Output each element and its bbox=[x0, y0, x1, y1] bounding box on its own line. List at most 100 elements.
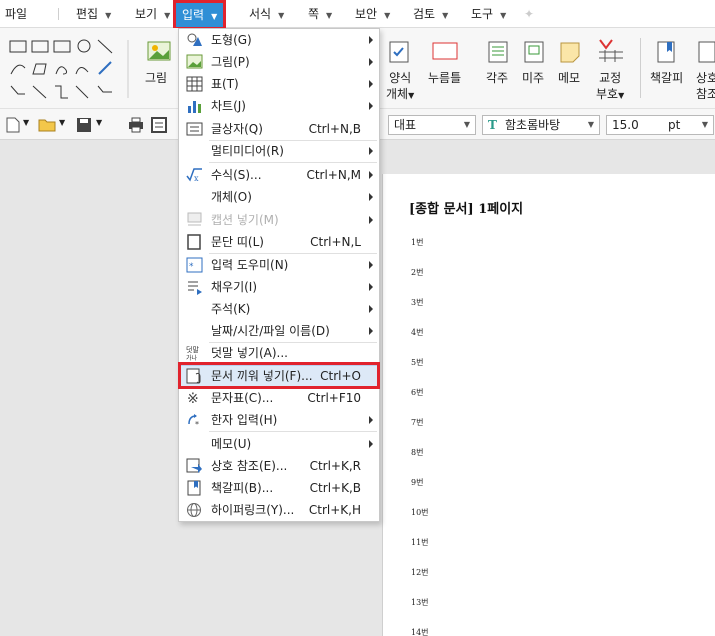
chevron-down-icon[interactable]: ▼ bbox=[96, 118, 102, 127]
bookmark-icon bbox=[186, 480, 203, 496]
document-line: 1번 bbox=[411, 238, 424, 247]
menu-item-label: 입력 도우미(N) bbox=[211, 258, 289, 272]
document-line: 11번 bbox=[411, 538, 429, 547]
memo-button[interactable]: 메모 bbox=[558, 70, 580, 86]
picture-button[interactable]: 그림 bbox=[145, 70, 167, 86]
new-document-icon[interactable] bbox=[6, 117, 20, 133]
proofreading-button[interactable]: 교정 부호▼ bbox=[596, 70, 624, 104]
menu-separator bbox=[209, 431, 377, 432]
menu-item-6[interactable]: x 수식(S)... Ctrl+N,M bbox=[179, 164, 379, 186]
chevron-down-icon[interactable]: ▼ bbox=[59, 118, 65, 127]
chevron-right-icon bbox=[369, 261, 373, 269]
menu-item-label: 도형(G) bbox=[211, 33, 252, 47]
menu-edit-label: 편집 bbox=[76, 7, 99, 21]
document-line: 5번 bbox=[411, 358, 424, 367]
menu-view[interactable]: 보기 ▼ bbox=[135, 0, 170, 28]
preview-icon[interactable] bbox=[151, 117, 167, 133]
hyperlink-icon bbox=[186, 502, 203, 518]
footnote-icon bbox=[487, 40, 509, 64]
menu-item-13[interactable]: 날짜/시간/파일 이름(D) bbox=[179, 320, 379, 342]
menu-item-5[interactable]: 멀티미디어(R) bbox=[179, 140, 379, 162]
menu-item-label: 하이퍼링크(Y)... bbox=[211, 503, 295, 517]
form-object-button[interactable]: 양식 개체▼ bbox=[386, 70, 414, 104]
menu-item-10[interactable]: * 입력 도우미(N) bbox=[179, 254, 379, 276]
menu-item-shortcut: Ctrl+K,B bbox=[309, 481, 361, 495]
menu-security[interactable]: 보안 ▼ bbox=[355, 0, 390, 28]
menu-item-11[interactable]: 채우기(I) bbox=[179, 276, 379, 298]
cross-reference-label: 상호 bbox=[696, 71, 715, 85]
insert-menu-dropdown: 도형(G) 그림(P) 표(T) 차트(J) 글상자(Q) Ctrl+N,B 멀티미디어(R… bbox=[178, 28, 380, 522]
print-icon[interactable] bbox=[128, 117, 144, 133]
shapes-icon bbox=[186, 32, 203, 48]
chevron-down-icon: ▼ bbox=[278, 11, 285, 20]
chevron-right-icon bbox=[369, 305, 373, 313]
menu-page[interactable]: 쪽 ▼ bbox=[308, 0, 332, 28]
menu-tools[interactable]: 도구 ▼ bbox=[471, 0, 506, 28]
menu-item-18[interactable]: 메모(U) bbox=[179, 433, 379, 455]
style-select[interactable]: 대표 ▼ bbox=[388, 115, 476, 135]
font-size-value: 15.0 bbox=[612, 118, 639, 132]
menu-separator bbox=[209, 162, 377, 163]
footnote-button[interactable]: 각주 bbox=[486, 70, 508, 86]
menu-item-label: 캡션 넣기(M) bbox=[211, 213, 279, 227]
chevron-right-icon bbox=[369, 36, 373, 44]
menu-item-3[interactable]: 차트(J) bbox=[179, 95, 379, 117]
document-page[interactable]: [종합 문서] 1페이지 1번 2번 3번 4번 5번 6번 7번 8번 9번 10번 11번 12번… bbox=[382, 174, 715, 636]
document-line: 9번 bbox=[411, 478, 424, 487]
cross-reference-button[interactable]: 상호 참조 bbox=[696, 70, 715, 102]
menu-item-16[interactable]: ※ 문자표(C)... Ctrl+F10 bbox=[179, 387, 379, 409]
menu-item-8[interactable]: 캡션 넣기(M) bbox=[179, 209, 379, 231]
chevron-down-icon: ▼ bbox=[618, 91, 625, 100]
menu-item-1[interactable]: 그림(P) bbox=[179, 51, 379, 73]
font-select[interactable]: T 함초롬바탕 ▼ bbox=[482, 115, 600, 135]
menu-item-4[interactable]: 글상자(Q) Ctrl+N,B bbox=[179, 118, 379, 140]
svg-text:덧말: 덧말 bbox=[186, 345, 199, 354]
endnote-button[interactable]: 미주 bbox=[522, 70, 544, 86]
menu-format[interactable]: 서식 ▼ bbox=[249, 0, 284, 28]
svg-text:x: x bbox=[194, 174, 199, 183]
menu-edit[interactable]: 편집 ▼ bbox=[76, 0, 111, 28]
chevron-down-icon: ▼ bbox=[384, 11, 391, 20]
menu-item-19[interactable]: 상호 참조(E)... Ctrl+K,R bbox=[179, 455, 379, 477]
hanja-icon: * bbox=[186, 412, 203, 429]
menu-divider bbox=[58, 8, 59, 20]
shape-palette bbox=[8, 38, 134, 102]
menu-file[interactable]: 파일 bbox=[5, 0, 27, 28]
menu-review[interactable]: 검토 ▼ bbox=[413, 0, 448, 28]
bookmark-button[interactable]: 책갈피 bbox=[650, 70, 683, 86]
menu-item-14[interactable]: 덧말 가나 덧말 넣기(A)... bbox=[179, 342, 379, 364]
menu-item-label: 멀티미디어(R) bbox=[211, 144, 284, 158]
chevron-right-icon bbox=[369, 102, 373, 110]
menu-item-12[interactable]: 주석(K) bbox=[179, 298, 379, 320]
chevron-down-icon[interactable]: ▼ bbox=[23, 118, 29, 127]
chevron-down-icon: ▼ bbox=[442, 11, 449, 20]
chevron-right-icon bbox=[369, 440, 373, 448]
menu-item-21[interactable]: 하이퍼링크(Y)... Ctrl+K,H bbox=[179, 499, 379, 521]
menu-item-label: 글상자(Q) bbox=[211, 122, 263, 136]
menu-item-17[interactable]: * 한자 입력(H) bbox=[179, 409, 379, 431]
save-icon[interactable] bbox=[76, 117, 92, 133]
fill-icon bbox=[186, 279, 203, 295]
font-size-select[interactable]: 15.0 pt ▼ bbox=[606, 115, 714, 135]
puzzle-icon[interactable]: ✦ bbox=[524, 0, 534, 28]
menu-page-label: 쪽 bbox=[308, 7, 320, 21]
menu-item-label: 수식(S)... bbox=[211, 168, 262, 182]
press-field-button[interactable]: 누름틀 bbox=[428, 70, 461, 86]
menu-insert[interactable]: 입력 ▼ bbox=[173, 0, 227, 30]
menu-item-2[interactable]: 표(T) bbox=[179, 73, 379, 95]
menu-item-label: 그림(P) bbox=[211, 55, 250, 69]
highlight-annotation-box bbox=[178, 362, 380, 389]
chevron-right-icon bbox=[369, 327, 373, 335]
menu-item-shortcut: Ctrl+K,R bbox=[309, 459, 361, 473]
annotation-icon: 덧말 가나 bbox=[186, 345, 203, 362]
menu-item-0[interactable]: 도형(G) bbox=[179, 29, 379, 51]
menu-item-label: 주석(K) bbox=[211, 302, 251, 316]
chevron-right-icon bbox=[369, 58, 373, 66]
svg-text:*: * bbox=[189, 262, 194, 272]
menu-item-20[interactable]: 책갈피(B)... Ctrl+K,B bbox=[179, 477, 379, 499]
open-folder-icon[interactable] bbox=[38, 117, 56, 133]
menu-item-7[interactable]: 개체(O) bbox=[179, 186, 379, 208]
chevron-right-icon bbox=[369, 147, 373, 155]
picture-icon[interactable] bbox=[147, 40, 171, 62]
menu-item-9[interactable]: 문단 띠(L) Ctrl+N,L bbox=[179, 231, 379, 253]
